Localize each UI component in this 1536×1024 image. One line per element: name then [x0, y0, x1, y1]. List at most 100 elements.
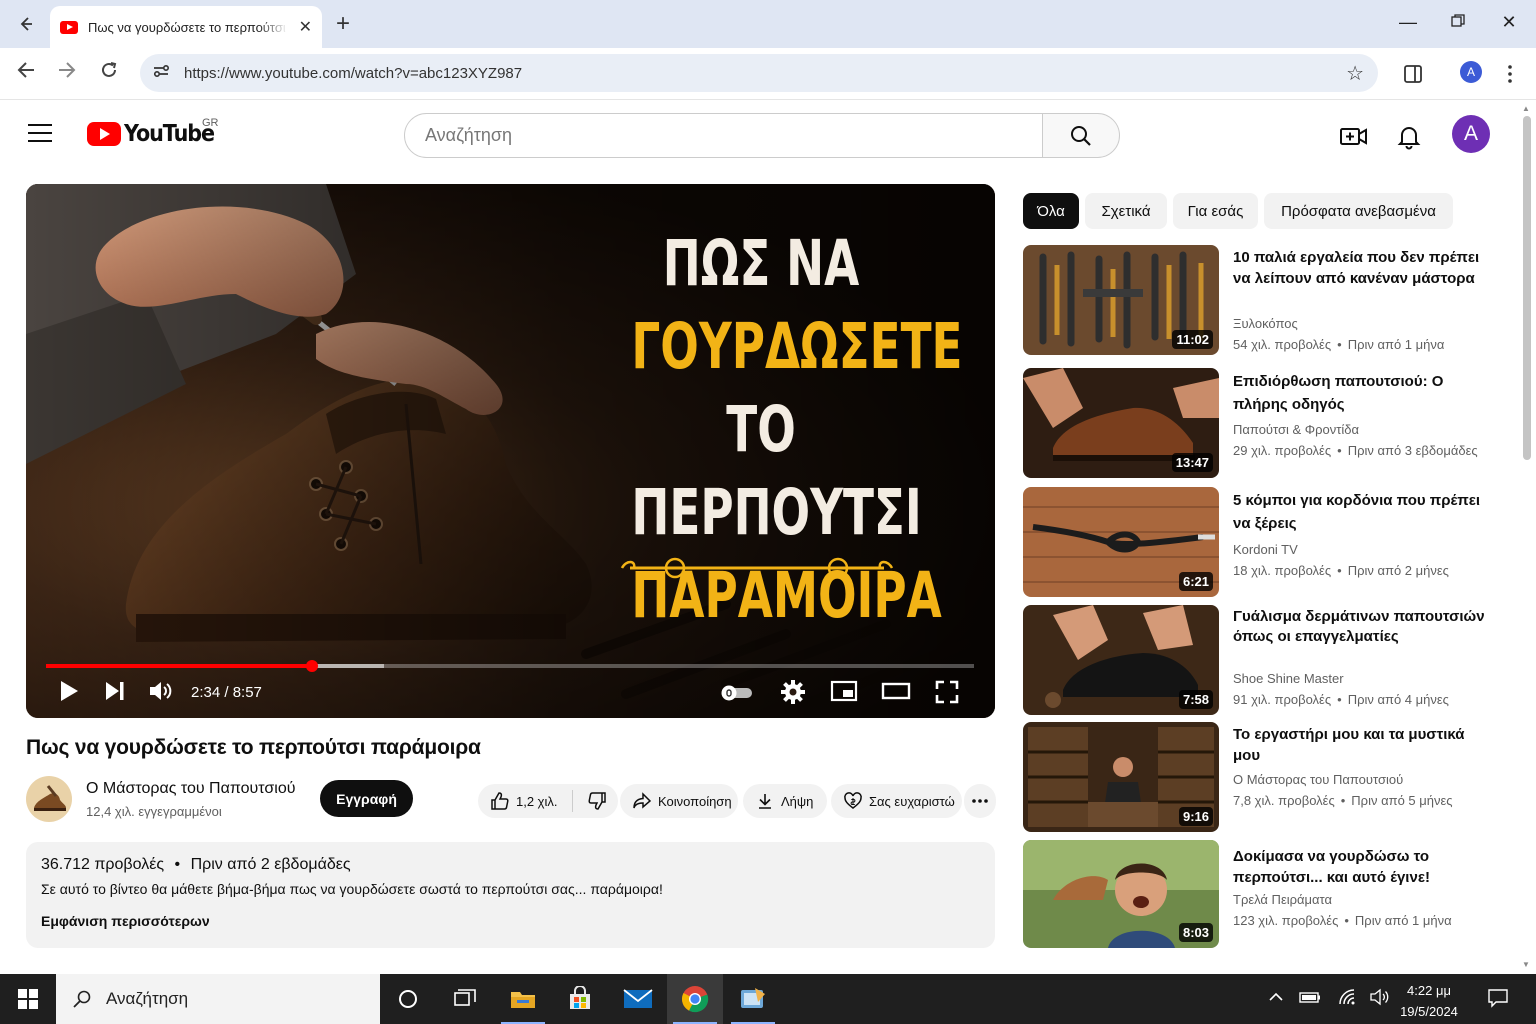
microsoft-store-icon[interactable]	[552, 974, 608, 1024]
search-input[interactable]: Αναζήτηση	[404, 113, 1044, 158]
video-player[interactable]: ΠΩΣ ΝΑ ΓΟΥΡΔΩΣΕΤΕ ΤΟ ΠΕΡΠΟΥΤΣΙ ΠΑΡΑΜΟΙΡΑ…	[26, 184, 995, 718]
autoplay-toggle[interactable]	[720, 684, 754, 707]
close-window-button[interactable]: ✕	[1494, 12, 1524, 33]
browser-profile-avatar[interactable]: A	[1460, 61, 1482, 83]
dislike-button[interactable]	[587, 791, 607, 811]
meta-separator: •	[1340, 793, 1346, 808]
scrollbar-thumb[interactable]	[1523, 116, 1531, 460]
mail-icon[interactable]	[610, 974, 666, 1024]
close-tab-icon[interactable]: ✕	[299, 17, 312, 37]
browser-menu-icon[interactable]	[1497, 61, 1523, 87]
menu-hamburger-icon[interactable]	[28, 124, 52, 144]
account-avatar[interactable]: A	[1452, 115, 1490, 153]
windows-start-icon[interactable]	[0, 974, 56, 1024]
reload-button[interactable]	[95, 61, 123, 85]
generic-app-icon[interactable]	[725, 974, 781, 1024]
file-explorer-icon[interactable]	[495, 974, 551, 1024]
related-age: Πριν από 3 εβδομάδες	[1347, 443, 1478, 458]
scroll-down-arrow-icon[interactable]: ▼	[1522, 960, 1530, 969]
omnibox[interactable]: https://www.youtube.com/watch?v=abc123XY…	[140, 54, 1378, 92]
related-meta: 18 χιλ. προβολές • Πριν από 2 μήνες	[1233, 563, 1449, 578]
related-thumbnail[interactable]: 11:02	[1023, 245, 1219, 355]
create-video-icon[interactable]	[1338, 120, 1370, 152]
browser-tab-active[interactable]: Πως να γουρδώσετε το περπούτσι παράμοιρα…	[50, 6, 322, 48]
related-thumbnail[interactable]: 9:16	[1023, 722, 1219, 832]
volume-tray-icon[interactable]	[1369, 988, 1391, 1011]
url-text: https://www.youtube.com/watch?v=abc123XY…	[184, 64, 523, 82]
show-more-link[interactable]: Εμφάνιση περισσότερων	[41, 913, 210, 929]
thumbs-down-icon	[587, 792, 606, 810]
thanks-button[interactable]: Σας ευχαριστώ	[831, 784, 962, 818]
description-text: Σε αυτό το βίντεο θα μάθετε βήμα-βήμα πω…	[41, 881, 663, 897]
scroll-up-arrow-icon[interactable]: ▲	[1522, 104, 1530, 113]
show-hidden-icons-chevron[interactable]	[1267, 988, 1285, 1011]
back-button[interactable]	[12, 61, 40, 85]
duration-badge: 7:58	[1178, 690, 1213, 709]
chip-related[interactable]: Σχετικά	[1085, 193, 1167, 229]
thumb-line-1: ΠΩΣ ΝΑ	[662, 227, 860, 300]
miniplayer-icon[interactable]	[830, 679, 858, 708]
site-settings-icon[interactable]	[152, 62, 170, 85]
progress-bar-played	[46, 664, 313, 668]
related-video-item[interactable]: 13:47 Επιδιόρθωση παπουτσιού: Ο πλήρης ο…	[1023, 368, 1513, 478]
minimize-button[interactable]: —	[1393, 12, 1423, 33]
related-video-item[interactable]: 6:21 5 κόμποι για κορδόνια που πρέπει να…	[1023, 487, 1513, 597]
related-meta: 123 χιλ. προβολές • Πριν από 1 μήνα	[1233, 913, 1452, 928]
bookmark-star-icon[interactable]: ☆	[1346, 61, 1364, 86]
related-video-item[interactable]: 11:02 10 παλιά εργαλεία που δεν πρέπει ν…	[1023, 245, 1513, 357]
volume-icon[interactable]	[148, 679, 174, 708]
description-box[interactable]: 36.712 προβολές • Πριν από 2 εβδομάδες Σ…	[26, 842, 995, 948]
related-thumbnail[interactable]: 8:03	[1023, 840, 1219, 948]
related-video-item[interactable]: 7:58 Γυάλισμα δερμάτινων παπουτσιών όπως…	[1023, 605, 1513, 715]
like-button[interactable]: 1,2 χιλ.	[490, 791, 558, 811]
play-button[interactable]	[58, 679, 80, 708]
fullscreen-icon[interactable]	[934, 679, 960, 710]
battery-icon[interactable]	[1299, 988, 1321, 1011]
related-views: 91 χιλ. προβολές	[1233, 692, 1332, 707]
related-title: Το εργαστήρι μου και τα μυστικά μου	[1233, 726, 1465, 764]
next-video-button[interactable]	[104, 679, 126, 708]
cortana-circle-icon[interactable]	[380, 974, 436, 1024]
duration-badge: 11:02	[1172, 330, 1213, 349]
maximize-button[interactable]	[1443, 12, 1473, 33]
more-actions-button[interactable]	[964, 784, 996, 818]
related-age: Πριν από 1 μήνα	[1354, 913, 1452, 928]
related-title: Επιδιόρθωση παπουτσιού: Ο πλήρης οδηγός	[1233, 373, 1444, 413]
chip-all[interactable]: Όλα	[1023, 193, 1079, 229]
related-thumbnail[interactable]: 6:21	[1023, 487, 1219, 597]
duration-badge: 13:47	[1171, 453, 1213, 472]
wifi-icon[interactable]	[1337, 988, 1359, 1011]
related-channel: Ξυλοκόπος	[1233, 316, 1298, 331]
new-tab-button[interactable]: +	[336, 10, 350, 38]
side-panel-icon[interactable]	[1400, 61, 1426, 87]
channel-name[interactable]: Ο Μάστορας του Παπουτσιού	[86, 780, 295, 798]
chip-for-you[interactable]: Για εσάς	[1173, 193, 1258, 229]
related-video-item[interactable]: 9:16 Το εργαστήρι μου και τα μυστικά μου…	[1023, 722, 1513, 832]
notifications-bell-icon[interactable]	[1393, 120, 1425, 152]
download-label: Λήψη	[781, 793, 814, 809]
taskbar-search-input[interactable]: Αναζήτηση	[56, 974, 380, 1024]
related-meta: 7,8 χιλ. προβολές • Πριν από 5 μήνες	[1233, 793, 1453, 808]
action-center-icon[interactable]	[1487, 988, 1509, 1013]
task-view-icon[interactable]	[437, 974, 493, 1024]
related-views: 7,8 χιλ. προβολές	[1233, 793, 1335, 808]
related-title: 5 κόμποι για κορδόνια που πρέπει να ξέρε…	[1233, 492, 1481, 532]
forward-button[interactable]	[53, 61, 81, 85]
download-button[interactable]: Λήψη	[743, 784, 827, 818]
tab-search-icon[interactable]	[10, 8, 42, 40]
related-thumbnail[interactable]: 7:58	[1023, 605, 1219, 715]
theater-mode-icon[interactable]	[881, 679, 911, 708]
chip-recently-uploaded[interactable]: Πρόσφατα ανεβασμένα	[1264, 193, 1453, 229]
taskbar-search-placeholder: Αναζήτηση	[106, 989, 189, 1008]
search-button[interactable]	[1042, 113, 1120, 158]
logo-text: YouTube	[124, 121, 215, 147]
related-video-item[interactable]: 8:03 Δοκίμασα να γουρδώσω το περπούτσι..…	[1023, 840, 1513, 948]
windows-taskbar: Αναζήτηση	[0, 974, 1536, 1024]
chrome-icon[interactable]	[667, 974, 723, 1024]
share-button[interactable]: Κοινοποίηση	[620, 784, 738, 818]
settings-gear-icon[interactable]	[780, 679, 806, 710]
subscribe-button[interactable]: Εγγραφή	[320, 780, 413, 817]
related-thumbnail[interactable]: 13:47	[1023, 368, 1219, 478]
channel-avatar[interactable]	[26, 776, 72, 822]
taskbar-clock[interactable]: 4:22 μμ 19/5/2024	[1398, 980, 1460, 1022]
